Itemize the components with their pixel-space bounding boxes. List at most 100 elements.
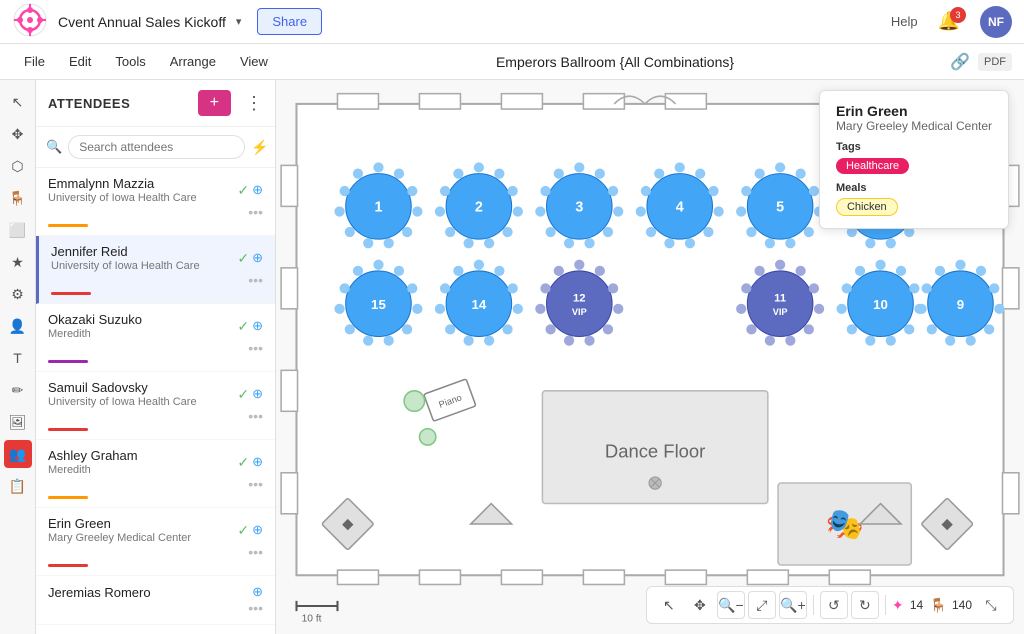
seat-icon: ⊕ — [252, 454, 263, 470]
menu-tools[interactable]: Tools — [103, 44, 157, 80]
undo-btn[interactable]: ↺ — [820, 591, 848, 619]
svg-text:10: 10 — [873, 297, 888, 312]
add-attendee-button[interactable]: + — [198, 90, 231, 116]
dots-icon[interactable]: ••• — [248, 340, 263, 356]
seat-icon: ⊕ — [252, 584, 263, 600]
svg-text:VIP: VIP — [572, 307, 587, 317]
seat-icon: ⊕ — [252, 522, 263, 538]
svg-text:1: 1 — [374, 199, 382, 215]
attendee-org: Meredith — [48, 328, 142, 340]
attendee-name: Okazaki Suzuko — [48, 312, 142, 327]
svg-text:Dance Floor: Dance Floor — [605, 440, 705, 461]
pdf-icon[interactable]: PDF — [978, 53, 1012, 71]
attendee-org: University of Iowa Health Care — [51, 260, 200, 272]
svg-text:🎭: 🎭 — [826, 506, 864, 541]
tool-table[interactable]: ⬡ — [4, 152, 32, 180]
user-avatar[interactable]: NF — [980, 6, 1012, 38]
tool-settings[interactable]: ⚙ — [4, 280, 32, 308]
svg-text:11: 11 — [774, 293, 786, 305]
app-title: Cvent Annual Sales Kickoff — [58, 14, 226, 30]
tooltip-org: Mary Greeley Medical Center — [836, 119, 992, 133]
menubar: File Edit Tools Arrange View Emperors Ba… — [0, 44, 1024, 80]
left-toolbar: ↖ ✥ ⬡ 🪑 ⬜ ★ ⚙ 👤 T ✏ 🖼 👥 📋 — [0, 80, 36, 634]
attendee-org: Mary Greeley Medical Center — [48, 532, 191, 544]
tool-shape[interactable]: ⬜ — [4, 216, 32, 244]
sun-value: 14 — [907, 598, 927, 612]
search-input[interactable] — [68, 135, 245, 159]
dots-icon[interactable]: ••• — [248, 600, 263, 616]
svg-text:14: 14 — [471, 297, 486, 312]
attendee-header: ATTENDEES + ⋮ — [36, 80, 275, 127]
cursor-tool-btn[interactable]: ↖ — [655, 591, 683, 619]
svg-text:⬥: ⬥ — [941, 515, 953, 533]
tool-people-active[interactable]: 👥 — [4, 440, 32, 468]
tool-star[interactable]: ★ — [4, 248, 32, 276]
list-item[interactable]: Jeremias Romero ⊕ ••• — [36, 576, 275, 625]
svg-text:2: 2 — [475, 199, 483, 215]
svg-text:3: 3 — [575, 199, 583, 215]
attendee-org: Meredith — [48, 464, 138, 476]
tool-text[interactable]: T — [4, 344, 32, 372]
list-item[interactable]: Okazaki Suzuko Meredith ✓ ⊕ ••• — [36, 304, 275, 372]
dropdown-arrow[interactable]: ▾ — [236, 15, 242, 28]
notif-badge: 3 — [950, 7, 966, 23]
filter-icon[interactable]: ⚡ — [251, 139, 268, 156]
attendee-bar — [51, 292, 91, 295]
chair-icon: 🪑 — [930, 597, 947, 614]
dots-icon[interactable]: ••• — [248, 476, 263, 492]
check-icon: ✓ — [237, 182, 249, 199]
menu-edit[interactable]: Edit — [57, 44, 103, 80]
attendee-bar — [48, 496, 88, 499]
tooltip-tag: Healthcare — [836, 158, 909, 174]
tool-select[interactable]: ↖ — [4, 88, 32, 116]
chair-value: 140 — [950, 598, 974, 612]
list-item[interactable]: Emmalynn Mazzia University of Iowa Healt… — [36, 168, 275, 236]
dots-icon[interactable]: ••• — [248, 408, 263, 424]
help-link[interactable]: Help — [891, 14, 918, 29]
list-item[interactable]: Olishia Farmer Meredith ✓ ⊕ — [36, 625, 275, 634]
expand-icon[interactable]: ⤡ — [977, 591, 1005, 619]
check-icon: ✓ — [237, 318, 249, 335]
attendee-name: Jennifer Reid — [51, 244, 200, 259]
dots-icon[interactable]: ••• — [248, 544, 263, 560]
list-item[interactable]: Samuil Sadovsky University of Iowa Healt… — [36, 372, 275, 440]
attendee-org: University of Iowa Health Care — [48, 192, 197, 204]
room-title: Emperors Ballroom {All Combinations} — [496, 54, 734, 70]
sun-icon: ✦ — [892, 597, 904, 614]
svg-text:VIP: VIP — [773, 307, 788, 317]
tool-image[interactable]: 🖼 — [4, 408, 32, 436]
search-bar: 🔍 ⚡ — [36, 127, 275, 168]
redo-btn[interactable]: ↻ — [851, 591, 879, 619]
list-item[interactable]: Ashley Graham Meredith ✓ ⊕ ••• — [36, 440, 275, 508]
seat-icon: ⊕ — [252, 318, 263, 334]
menu-file[interactable]: File — [12, 44, 57, 80]
attendee-bar — [48, 564, 88, 567]
bottom-toolbar: ↖ ✥ 🔍− ⤢ 🔍+ ↺ ↻ ✦ 14 🪑 140 ⤡ — [646, 586, 1014, 624]
tool-pan[interactable]: ✥ — [4, 120, 32, 148]
attendee-bar — [48, 428, 88, 431]
canvas-area[interactable]: 1 2 — [276, 80, 1024, 634]
notifications-button[interactable]: 🔔 3 — [938, 11, 960, 32]
tool-pen[interactable]: ✏ — [4, 376, 32, 404]
link-icon[interactable]: 🔗 — [950, 52, 970, 72]
menu-arrange[interactable]: Arrange — [158, 44, 228, 80]
zoom-out-btn[interactable]: 🔍− — [717, 591, 745, 619]
attendee-bar — [48, 224, 88, 227]
menu-view[interactable]: View — [228, 44, 280, 80]
tool-chair[interactable]: 🪑 — [4, 184, 32, 212]
zoom-fit-btn[interactable]: ⤢ — [748, 591, 776, 619]
tool-list[interactable]: 📋 — [4, 472, 32, 500]
check-icon: ✓ — [237, 250, 249, 267]
hand-tool-btn[interactable]: ✥ — [686, 591, 714, 619]
tooltip-meals-label: Meals — [836, 182, 992, 194]
list-item[interactable]: Erin Green Mary Greeley Medical Center ✓… — [36, 508, 275, 576]
tool-person[interactable]: 👤 — [4, 312, 32, 340]
zoom-in-btn[interactable]: 🔍+ — [779, 591, 807, 619]
dots-icon[interactable]: ••• — [248, 204, 263, 220]
share-button[interactable]: Share — [257, 8, 322, 35]
list-item[interactable]: Jennifer Reid University of Iowa Health … — [36, 236, 275, 304]
attendee-tooltip: Erin Green Mary Greeley Medical Center T… — [819, 90, 1009, 229]
attendee-more-icon[interactable]: ⋮ — [245, 93, 263, 114]
attendee-name: Emmalynn Mazzia — [48, 176, 197, 191]
dots-icon[interactable]: ••• — [248, 272, 263, 288]
